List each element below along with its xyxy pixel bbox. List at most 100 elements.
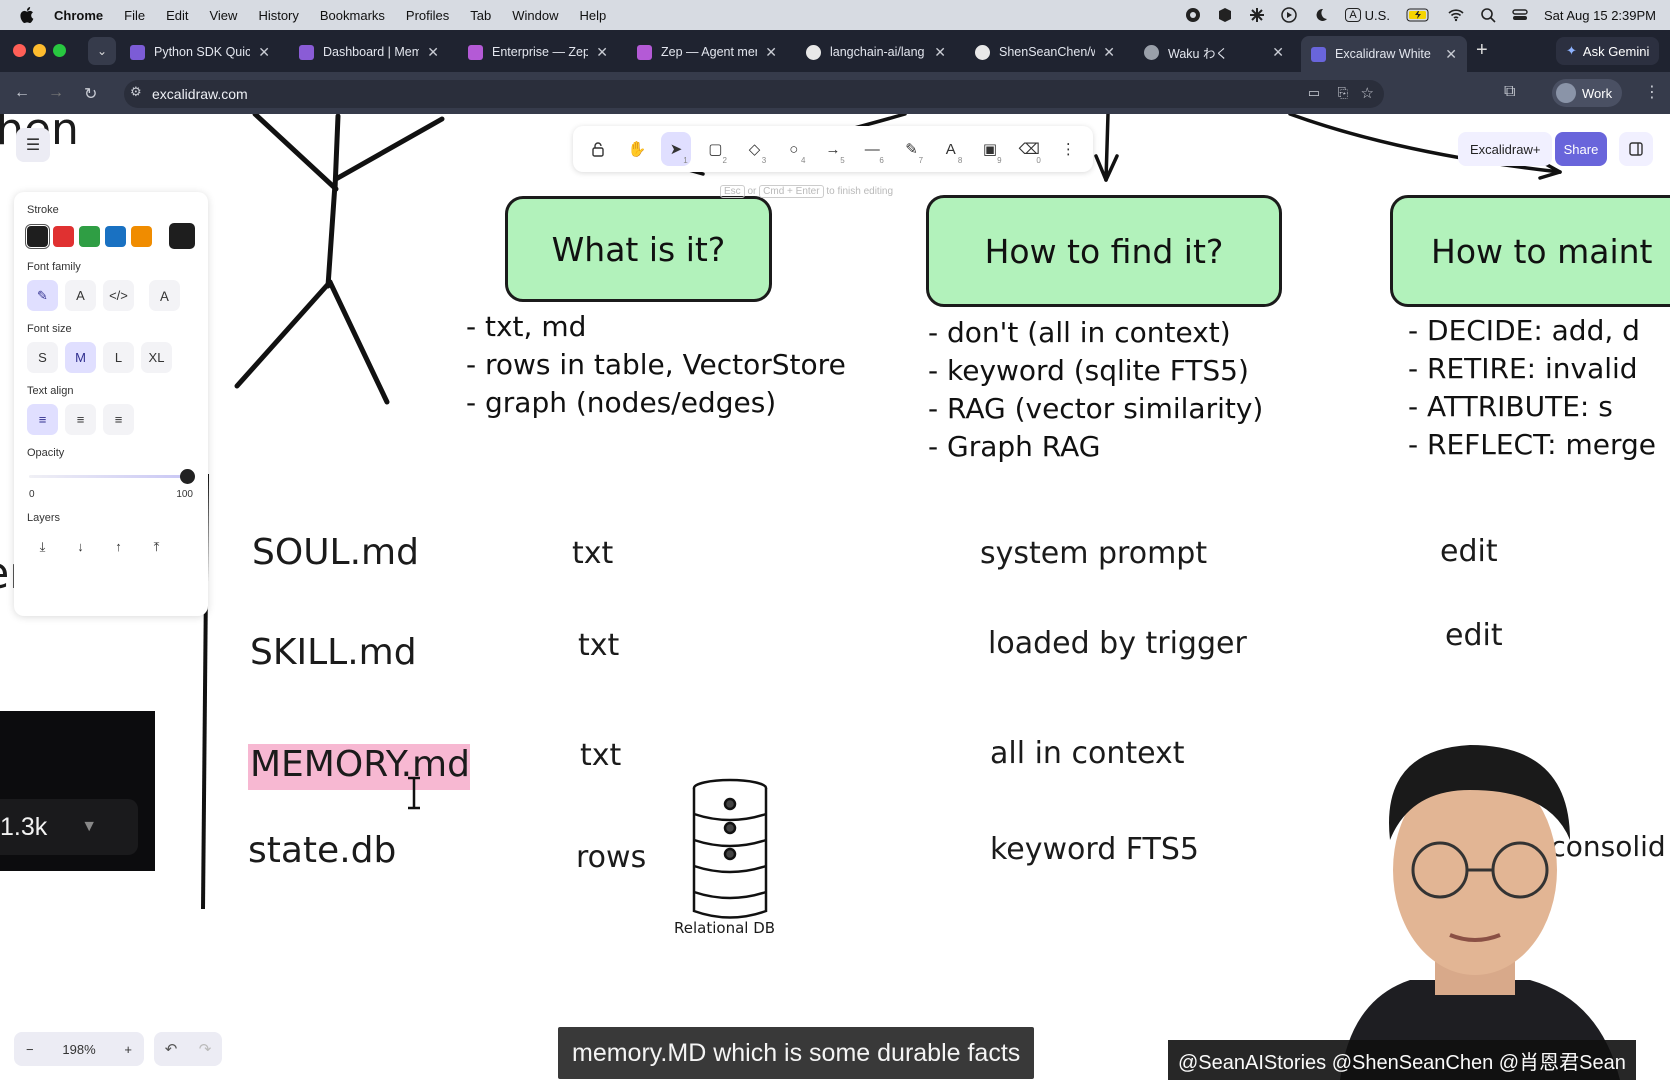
close-tab-icon[interactable]: ✕ — [1103, 44, 1115, 61]
font-size-m-button[interactable]: M — [65, 342, 96, 373]
menu-tab[interactable]: Tab — [470, 8, 491, 23]
close-tab-icon[interactable]: ✕ — [427, 44, 439, 61]
menu-profiles[interactable]: Profiles — [406, 8, 449, 23]
wifi-icon[interactable] — [1448, 7, 1464, 23]
close-tab-icon[interactable]: ✕ — [596, 44, 608, 61]
minimize-window-button[interactable] — [33, 44, 46, 57]
zoom-in-button[interactable]: + — [124, 1042, 132, 1057]
tab-waku[interactable]: Waku わく ✕ — [1134, 36, 1294, 68]
row-skill-file[interactable]: SKILL.md — [250, 632, 417, 673]
row-memory-type[interactable]: txt — [580, 738, 621, 773]
row-state-find[interactable]: keyword FTS5 — [990, 832, 1199, 867]
line-tool-button[interactable]: —6 — [858, 132, 887, 166]
selection-tool-button[interactable]: ➤ 1 — [661, 132, 691, 166]
row-skill-maint[interactable]: edit — [1445, 618, 1503, 653]
clock[interactable]: Sat Aug 15 2:39PM — [1544, 8, 1656, 23]
stroke-swatch-red[interactable] — [53, 225, 74, 247]
menu-history[interactable]: History — [258, 8, 298, 23]
ellipse-tool-button[interactable]: ○ 4 — [779, 132, 808, 166]
tab-zep-agent[interactable]: Zep — Agent mem ✕ — [627, 36, 787, 68]
draw-tool-button[interactable]: ✎ 7 — [897, 132, 926, 166]
font-normal-button[interactable]: A — [65, 280, 96, 311]
record-icon[interactable] — [1185, 7, 1201, 23]
library-button[interactable] — [1619, 132, 1653, 166]
stroke-swatch-orange[interactable] — [131, 225, 152, 247]
input-source-indicator[interactable]: A U.S. — [1345, 8, 1390, 23]
current-stroke-color-button[interactable] — [169, 223, 195, 249]
tab-dashboard[interactable]: Dashboard | Mem ✕ — [289, 36, 449, 68]
stroke-swatch-black[interactable] — [25, 223, 50, 249]
tab-shenseanchen[interactable]: ShenSeanChen/w ✕ — [965, 36, 1125, 68]
hand-tool-button[interactable]: ✋ — [622, 132, 651, 166]
browser-menu-icon[interactable]: ⋮ — [1644, 82, 1660, 102]
tab-excalidraw[interactable]: Excalidraw White ✕ — [1301, 36, 1467, 72]
row-soul-maint[interactable]: edit — [1440, 534, 1498, 569]
reload-button[interactable]: ↻ — [84, 84, 97, 104]
bring-forward-button[interactable]: ↑ — [103, 531, 134, 562]
bookmark-star-icon[interactable]: ☆ — [1361, 84, 1374, 102]
rectangle-tool-button[interactable]: ▢ 2 — [701, 132, 730, 166]
new-tab-button[interactable]: + — [1476, 39, 1488, 62]
header-what-is-it[interactable]: What is it? — [505, 196, 772, 302]
align-right-button[interactable]: ≡ — [103, 404, 134, 435]
arrow-tool-button[interactable]: → 5 — [818, 132, 847, 166]
close-window-button[interactable] — [13, 44, 26, 57]
zoom-window-button[interactable] — [53, 44, 66, 57]
undo-button[interactable]: ↶ — [165, 1040, 178, 1058]
font-size-l-button[interactable]: L — [103, 342, 134, 373]
close-tab-icon[interactable]: ✕ — [934, 44, 946, 61]
profile-button[interactable]: Work — [1552, 79, 1623, 107]
stroke-swatch-blue[interactable] — [105, 225, 126, 247]
chevron-down-icon[interactable]: ▼ — [81, 818, 97, 836]
header-how-to-find[interactable]: How to find it? — [926, 195, 1282, 307]
cube-icon[interactable] — [1217, 7, 1233, 23]
row-skill-type[interactable]: txt — [578, 628, 619, 663]
zoom-out-button[interactable]: − — [26, 1042, 34, 1057]
menu-file[interactable]: File — [124, 8, 145, 23]
font-size-s-button[interactable]: S — [27, 342, 58, 373]
share-button[interactable]: Share — [1555, 132, 1607, 166]
eraser-tool-button[interactable]: ⌫ 0 — [1015, 132, 1044, 166]
opacity-knob[interactable] — [180, 469, 195, 484]
font-size-xl-button[interactable]: XL — [141, 342, 172, 373]
db-label[interactable]: Relational DB — [674, 919, 775, 937]
diamond-tool-button[interactable]: ◇ 3 — [740, 132, 769, 166]
opacity-slider[interactable] — [27, 466, 195, 488]
stroke-swatch-green[interactable] — [79, 225, 100, 247]
close-tab-icon[interactable]: ✕ — [1272, 44, 1284, 61]
close-tab-icon[interactable]: ✕ — [258, 44, 270, 61]
battery-icon[interactable] — [1406, 8, 1432, 22]
moon-icon[interactable] — [1313, 7, 1329, 23]
send-backward-button[interactable]: ↓ — [65, 531, 96, 562]
ask-gemini-button[interactable]: ✦ Ask Gemini — [1556, 37, 1660, 65]
header-how-to-maintain[interactable]: How to maint — [1390, 195, 1670, 307]
font-code-button[interactable]: </> — [103, 280, 134, 311]
row-memory-file[interactable]: MEMORY.md — [250, 744, 470, 785]
address-bar[interactable]: ⚙ excalidraw.com ▭ ⎘ ☆ — [124, 80, 1384, 108]
align-left-button[interactable]: ≡ — [27, 404, 58, 435]
play-icon[interactable] — [1281, 7, 1298, 23]
row-soul-find[interactable]: system prompt — [980, 536, 1207, 571]
send-to-back-button[interactable]: ⤓ — [27, 531, 58, 562]
site-info-icon[interactable]: ⚙ — [130, 84, 142, 100]
menu-view[interactable]: View — [209, 8, 237, 23]
apple-logo-icon[interactable] — [20, 7, 34, 23]
control-center-icon[interactable] — [1512, 7, 1528, 23]
tab-search-button[interactable]: ⌄ — [88, 37, 116, 65]
image-tool-button[interactable]: ▣ 9 — [975, 132, 1004, 166]
font-more-button[interactable]: Ａ — [149, 280, 180, 311]
row-soul-file[interactable]: SOUL.md — [252, 532, 419, 573]
more-tools-button[interactable]: ⋮ — [1054, 132, 1083, 166]
zoom-level[interactable]: 198% — [62, 1042, 95, 1057]
back-button[interactable]: ← — [14, 84, 30, 102]
menu-app-chrome[interactable]: Chrome — [54, 8, 103, 23]
overlay-stat-box[interactable]: 1.3k ▼ — [0, 799, 138, 855]
tab-python-sdk[interactable]: Python SDK Quick ✕ — [120, 36, 280, 68]
tab-langchain[interactable]: langchain-ai/lang ✕ — [796, 36, 956, 68]
install-icon[interactable]: ▭ — [1308, 85, 1320, 101]
sparkle-icon[interactable] — [1249, 7, 1265, 23]
menu-help[interactable]: Help — [580, 8, 607, 23]
lock-tool-button[interactable] — [583, 132, 612, 166]
redo-button[interactable]: ↷ — [199, 1040, 212, 1058]
font-hand-drawn-button[interactable]: ✎ — [27, 280, 58, 311]
